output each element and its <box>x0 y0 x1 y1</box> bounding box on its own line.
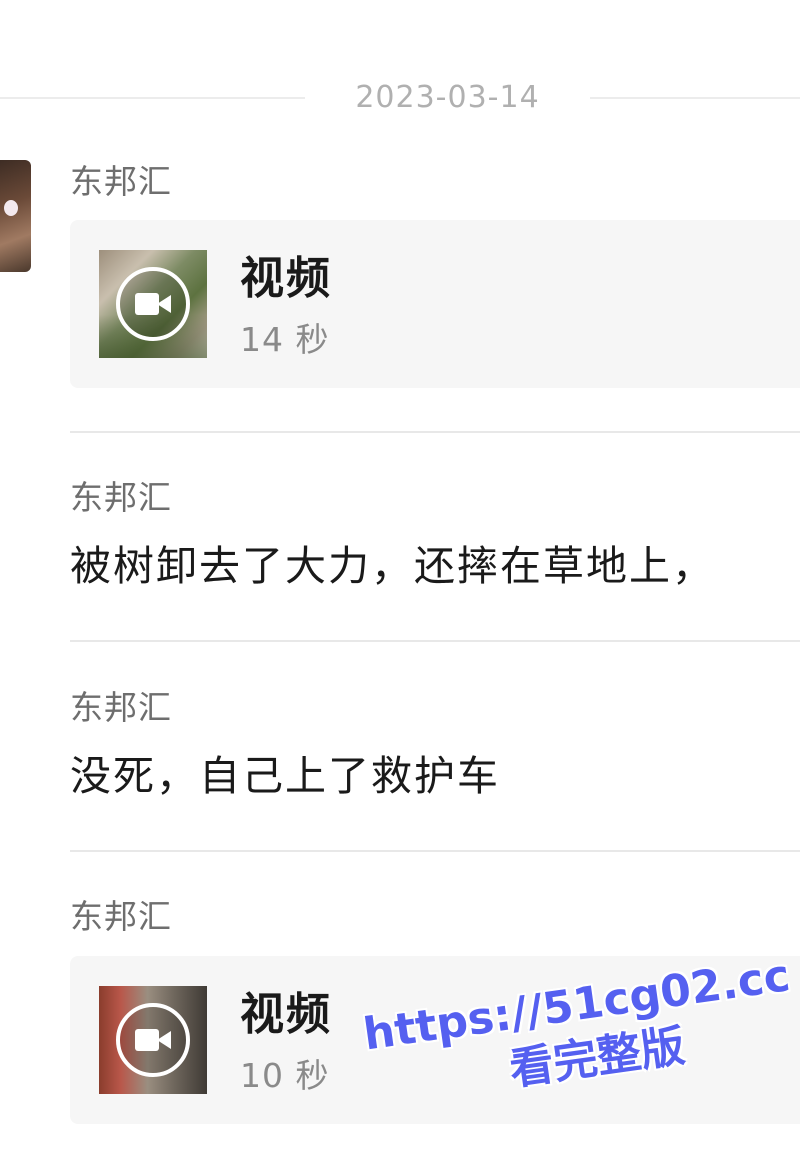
video-camera-lens-icon <box>157 295 171 313</box>
message-item: 东邦汇 <box>70 895 800 939</box>
video-title: 视频 <box>240 253 332 304</box>
video-camera-icon <box>135 293 159 315</box>
video-camera-icon <box>135 1029 159 1051</box>
video-title: 视频 <box>240 989 332 1040</box>
message-divider <box>70 431 800 433</box>
video-message-card[interactable]: 视频 14 秒 <box>70 220 800 388</box>
message-divider <box>70 640 800 642</box>
video-duration: 14 秒 <box>240 320 330 359</box>
sender-name: 东邦汇 <box>70 162 172 201</box>
sender-avatar[interactable] <box>0 160 31 272</box>
video-thumbnail[interactable] <box>99 986 207 1094</box>
date-separator: 2023-03-14 <box>0 76 800 120</box>
avatar-detail <box>4 200 18 216</box>
separator-line-left <box>0 97 305 99</box>
message-text: 被树卸去了大力，还摔在草地上， <box>70 542 715 590</box>
message-item: 东邦汇 没死，自己上了救护车 <box>70 686 800 804</box>
separator-line-right <box>590 97 800 99</box>
video-duration: 10 秒 <box>240 1056 330 1095</box>
sender-name: 东邦汇 <box>70 478 172 517</box>
video-thumbnail[interactable] <box>99 250 207 358</box>
message-text: 没死，自己上了救护车 <box>70 752 500 800</box>
sender-name: 东邦汇 <box>70 688 172 727</box>
message-item: 东邦汇 被树卸去了大力，还摔在草地上， <box>70 476 800 594</box>
video-camera-lens-icon <box>157 1031 171 1049</box>
message-divider <box>70 850 800 852</box>
message-item: 东邦汇 <box>70 160 800 204</box>
date-label: 2023-03-14 <box>355 80 540 115</box>
sender-name: 东邦汇 <box>70 897 172 936</box>
